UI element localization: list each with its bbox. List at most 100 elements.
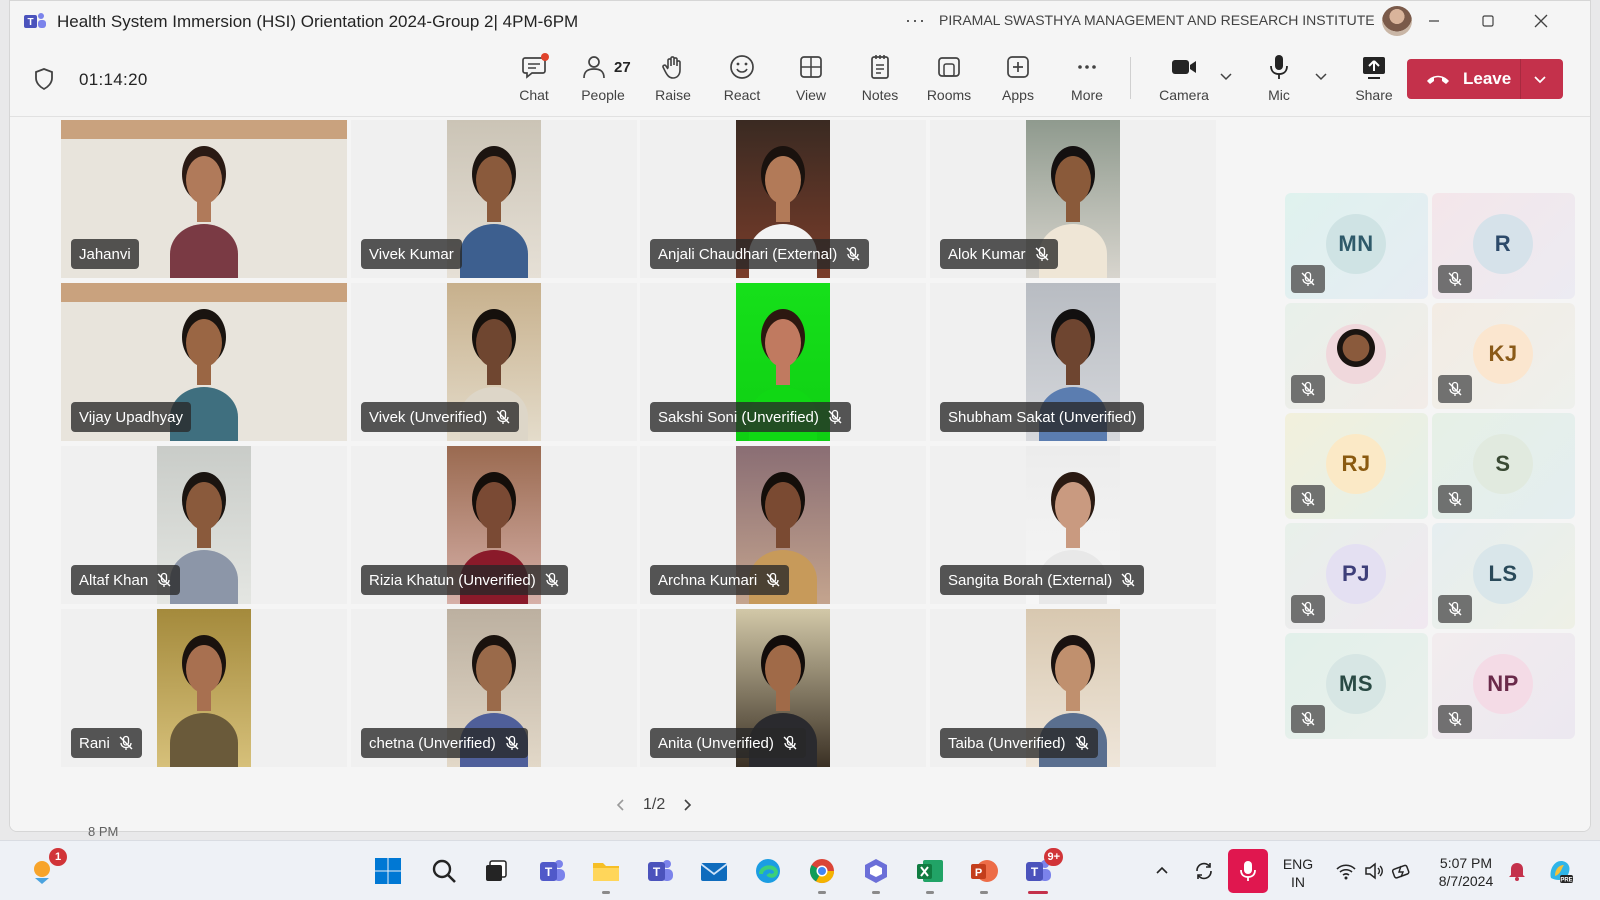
title-more-icon[interactable]: ··· [905, 10, 926, 31]
participant-name: Sakshi Soni (Unverified) [658, 408, 819, 426]
powerpoint-icon: P [971, 860, 998, 882]
weather-widget[interactable]: 1 [22, 848, 67, 891]
overflow-participant-tile[interactable]: KJ [1432, 303, 1575, 409]
minimize-button[interactable] [1414, 7, 1454, 35]
active-indicator [1028, 891, 1048, 894]
participant-tile[interactable]: Rizia Khatun (Unverified) [351, 446, 637, 604]
taskbar-teams-chat[interactable]: T [532, 851, 572, 891]
people-icon [583, 56, 605, 79]
raise-hand-button[interactable]: Raise [638, 49, 708, 111]
meeting-title: Health System Immersion (HSI) Orientatio… [57, 12, 579, 31]
mic-options-chevron-icon[interactable] [1312, 67, 1330, 85]
page-indicator: 1/2 [643, 796, 666, 813]
camera-button[interactable]: Camera [1149, 49, 1219, 111]
taskbar-teams-work[interactable]: T [640, 851, 680, 891]
battery-charging-icon [1391, 864, 1410, 879]
participant-tile[interactable]: Shubham Sakat (Unverified) [930, 283, 1216, 441]
taskbar-search[interactable] [424, 851, 464, 891]
copilot-button[interactable]: PRE [1540, 851, 1580, 891]
show-hidden-icons[interactable] [1150, 851, 1174, 891]
sync-tray-button[interactable] [1188, 851, 1220, 891]
participant-tile[interactable]: Altaf Khan [61, 446, 347, 604]
muted-indicator [1291, 375, 1325, 403]
mic-button[interactable]: Mic [1244, 49, 1314, 111]
participant-tile[interactable]: Vivek (Unverified) [351, 283, 637, 441]
windows-taskbar: 1 T T P T 9+ ENG IN 5:07 PM 8/7/2024 PRE [0, 840, 1600, 900]
chat-label: Chat [519, 87, 549, 103]
raise-label: Raise [655, 87, 691, 103]
taskbar-teams-active[interactable]: T 9+ [1018, 848, 1063, 894]
mail-icon [700, 863, 728, 881]
taskbar-copilot-app[interactable] [856, 851, 896, 894]
participant-name: Altaf Khan [79, 571, 149, 589]
previous-page-icon[interactable] [613, 797, 629, 813]
overflow-participant-tile[interactable] [1285, 303, 1428, 409]
toolbar-separator [1130, 57, 1131, 99]
participant-tile[interactable]: Anita (Unverified) [640, 609, 926, 767]
taskbar-file-explorer[interactable] [586, 851, 626, 894]
apps-button[interactable]: Apps [983, 49, 1053, 111]
svg-text:T: T [653, 865, 661, 879]
overflow-participant-tile[interactable]: MS [1285, 633, 1428, 739]
task-view-button[interactable] [476, 851, 516, 891]
taskbar-powerpoint[interactable]: P [964, 851, 1004, 894]
participant-tile[interactable]: Alok Kumar [930, 120, 1216, 278]
mic-in-use-indicator[interactable] [1228, 849, 1268, 893]
overflow-participant-tile[interactable]: MN [1285, 193, 1428, 299]
quick-settings[interactable] [1330, 851, 1418, 891]
react-button[interactable]: React [707, 49, 777, 111]
taskbar-edge[interactable] [748, 851, 788, 891]
close-button[interactable] [1521, 7, 1561, 35]
taskbar-chrome[interactable] [802, 851, 842, 894]
view-button[interactable]: View [776, 49, 846, 111]
clock[interactable]: 5:07 PM 8/7/2024 [1430, 854, 1502, 890]
participant-tile[interactable]: Vivek Kumar [351, 120, 637, 278]
notification-bell-icon [1509, 863, 1525, 881]
leave-button[interactable]: Leave [1407, 59, 1563, 99]
taskbar-mail[interactable] [694, 851, 734, 891]
maximize-button[interactable] [1468, 7, 1508, 35]
participant-tile[interactable]: Vijay Upadhyay [61, 283, 347, 441]
notes-icon [871, 55, 889, 79]
muted-indicator [1438, 375, 1472, 403]
more-button[interactable]: More [1052, 49, 1122, 111]
participant-tile[interactable]: Archna Kumari [640, 446, 926, 604]
notifications-button[interactable] [1502, 851, 1532, 891]
overflow-participant-tile[interactable]: R [1432, 193, 1575, 299]
chat-button[interactable]: Chat [499, 49, 569, 111]
participant-tile[interactable]: Rani [61, 609, 347, 767]
muted-indicator [1291, 485, 1325, 513]
participant-tile[interactable]: Taiba (Unverified) [930, 609, 1216, 767]
start-button[interactable] [368, 851, 408, 891]
participant-tile[interactable]: chetna (Unverified) [351, 609, 637, 767]
overflow-participant-tile[interactable]: NP [1432, 633, 1575, 739]
overflow-participant-tile[interactable]: RJ [1285, 413, 1428, 519]
camera-options-chevron-icon[interactable] [1217, 67, 1235, 85]
participant-tile[interactable]: Anjali Chaudhari (External) [640, 120, 926, 278]
leave-options-chevron-icon[interactable] [1531, 70, 1549, 88]
participant-name-tag: Vivek Kumar [361, 239, 462, 269]
overflow-participant-tile[interactable]: S [1432, 413, 1575, 519]
overflow-participant-tile[interactable]: PJ [1285, 523, 1428, 629]
leave-label: Leave [1463, 69, 1512, 88]
running-indicator [818, 891, 826, 894]
participant-tile[interactable]: Jahanvi [61, 120, 347, 278]
rooms-button[interactable]: Rooms [914, 49, 984, 111]
view-label: View [795, 87, 827, 103]
overflow-participant-tile[interactable]: LS [1432, 523, 1575, 629]
participant-tile[interactable]: Sangita Borah (External) [930, 446, 1216, 604]
taskbar-excel[interactable] [910, 851, 950, 894]
participant-name: Archna Kumari [658, 571, 758, 589]
share-button[interactable]: Share [1339, 49, 1409, 111]
teams-meeting-window: T Health System Immersion (HSI) Orientat… [9, 0, 1591, 832]
mic-muted-icon [1448, 381, 1462, 396]
notes-button[interactable]: Notes [845, 49, 915, 111]
next-page-icon[interactable] [679, 797, 695, 813]
input-language[interactable]: ENG IN [1278, 855, 1318, 891]
running-indicator [602, 891, 610, 894]
clock-time: 5:07 PM [1439, 855, 1493, 871]
shield-icon[interactable] [34, 67, 54, 91]
account-avatar[interactable] [1382, 6, 1412, 36]
participant-tile[interactable]: Sakshi Soni (Unverified) [640, 283, 926, 441]
people-button[interactable]: 27 People [568, 49, 638, 111]
